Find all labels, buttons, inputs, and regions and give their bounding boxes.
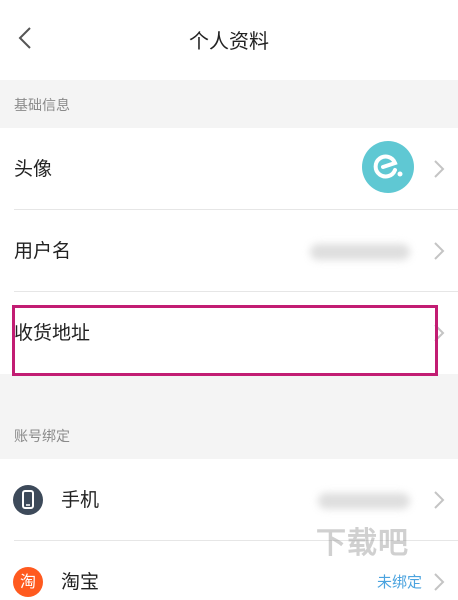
avatar-logo-glyph	[373, 154, 403, 179]
nav-header: 个人资料	[0, 0, 458, 80]
blurred-username-value	[310, 244, 410, 260]
highlight-box-address	[12, 305, 438, 376]
chevron-right-icon	[434, 491, 445, 509]
row-taobao-label: 淘宝	[61, 571, 100, 593]
chevron-right-icon	[434, 573, 445, 591]
row-avatar-label: 头像	[14, 158, 53, 180]
blurred-phone-value	[318, 493, 410, 509]
row-username-label: 用户名	[14, 240, 72, 262]
chevron-right-icon	[434, 160, 445, 178]
watermark: 下载吧	[316, 526, 409, 561]
eleme-logo	[362, 141, 414, 193]
section-label-basic-info: 基础信息	[14, 98, 70, 114]
page-title: 个人资料	[189, 29, 269, 53]
smartphone-icon	[13, 485, 43, 515]
section-label-account-binding: 账号绑定	[14, 429, 70, 445]
row-username[interactable]: 用户名	[0, 210, 458, 292]
taobao-icon: 淘	[13, 567, 43, 597]
chevron-right-icon	[434, 242, 445, 260]
row-phone-label: 手机	[61, 489, 100, 511]
